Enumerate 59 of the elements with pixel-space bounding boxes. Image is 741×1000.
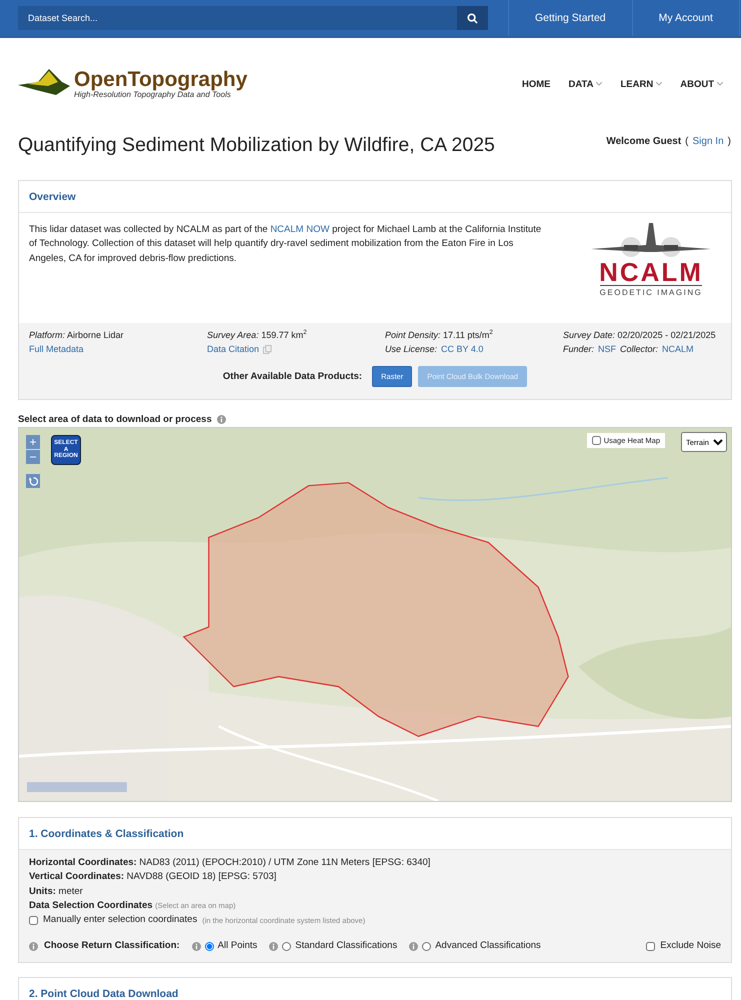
nav-item[interactable]: LEARN	[620, 78, 662, 90]
nav-item[interactable]: HOME	[522, 78, 550, 90]
metadata-text: Funder:	[563, 342, 594, 356]
metadata-link[interactable]: NCALM	[662, 342, 694, 356]
checkbox-label: Exclude Noise	[660, 939, 721, 954]
metadata-text: Platform: Airborne Lidar	[29, 329, 124, 342]
bracket-text: )	[728, 136, 731, 147]
logo-title: OpenTopography	[74, 69, 248, 90]
products-label: Other Available Data Products:	[222, 371, 362, 382]
coordinate-text: Horizontal Coordinates: NAD83 (2011) (EPOCH:2010) / UTM Zone 11N Meters [EPSG: 6340]	[29, 856, 432, 870]
logo-name: NCALM	[599, 259, 703, 285]
reset-button[interactable]	[26, 474, 40, 488]
search-icon	[467, 12, 478, 24]
card-heading: 2. Point Cloud Data Download	[28, 986, 180, 1000]
card-heading: Overview	[19, 181, 731, 213]
page-title: Quantifying Sediment Mobilization by Wildfire, CA 2025	[18, 134, 495, 157]
info-icon	[192, 942, 201, 951]
sign-in-link[interactable]: Sign In	[692, 136, 724, 147]
metadata-text: Collector:	[620, 342, 658, 356]
exclude-noise-checkbox[interactable]	[646, 942, 656, 951]
info-icon	[409, 942, 418, 951]
manual-checkbox[interactable]	[29, 916, 38, 925]
description-link[interactable]: NCALM NOW	[270, 224, 330, 235]
search-button[interactable]	[457, 6, 488, 30]
heat-map-checkbox[interactable]	[592, 436, 601, 445]
info-icon	[269, 942, 278, 951]
description-text: This lidar dataset was collected by NCALM as part of the NCALM NOW project for Michael Lamb at the California Institute of Technology. Collection of this dataset will help quantify dry-ravel sediment mobilization from the Eaton Fire in Los Angeles, CA for improved debris-flow predictions.	[29, 223, 542, 266]
radio-button[interactable]	[204, 942, 214, 951]
welcome-text: Welcome Guest	[606, 136, 682, 147]
info-icon	[29, 942, 38, 951]
zoom-in-button[interactable]: +	[26, 435, 40, 449]
top-link[interactable]: Getting Started	[509, 0, 633, 36]
classification-label: Choose Return Classification:	[44, 939, 180, 954]
metadata-link[interactable]: Full Metadata	[29, 342, 84, 356]
radio-label: Advanced Classifications	[435, 939, 541, 954]
coordinate-text: Units: meter	[29, 884, 84, 898]
metadata-link[interactable]: CC BY 4.0	[441, 342, 484, 356]
radio-label: All Points	[218, 939, 258, 954]
nav-item[interactable]: ABOUT	[680, 78, 723, 90]
radio-button[interactable]	[422, 942, 432, 951]
nav-item[interactable]: DATA	[568, 78, 602, 90]
radio-button[interactable]	[282, 942, 292, 951]
coordinate-text: Vertical Coordinates: NAVD88 (GEOID 18) [EPSG: 5703]	[29, 870, 278, 884]
checkbox-label: Manually enter selection coordinates	[43, 913, 198, 927]
metadata-text: Use License:	[385, 342, 438, 356]
metadata-text: Point Density: 17.11 pts/m$^{2}$	[385, 329, 493, 342]
metadata-link[interactable]: Data Citation	[207, 342, 260, 356]
logo-tagline: High-Resolution Topography Data and Tools	[74, 90, 231, 99]
logo-subtitle: GEODETIC IMAGING	[600, 285, 702, 297]
radio-label: Standard Classifications	[295, 939, 398, 954]
metadata-link[interactable]: NSF	[598, 342, 616, 356]
top-link[interactable]: My Account	[632, 0, 740, 36]
section-label: Select area of data to download or process	[18, 414, 212, 425]
bracket-text: (	[685, 136, 689, 147]
metadata-text: Survey Date: 02/20/2025 - 02/21/2025	[563, 329, 716, 342]
zoom-out-button[interactable]: −	[26, 450, 40, 464]
selection-label: Data Selection Coordinates	[29, 900, 153, 911]
info-icon	[216, 415, 226, 424]
metadata-text: Survey Area: 159.77 km$^{2}$	[207, 329, 307, 342]
